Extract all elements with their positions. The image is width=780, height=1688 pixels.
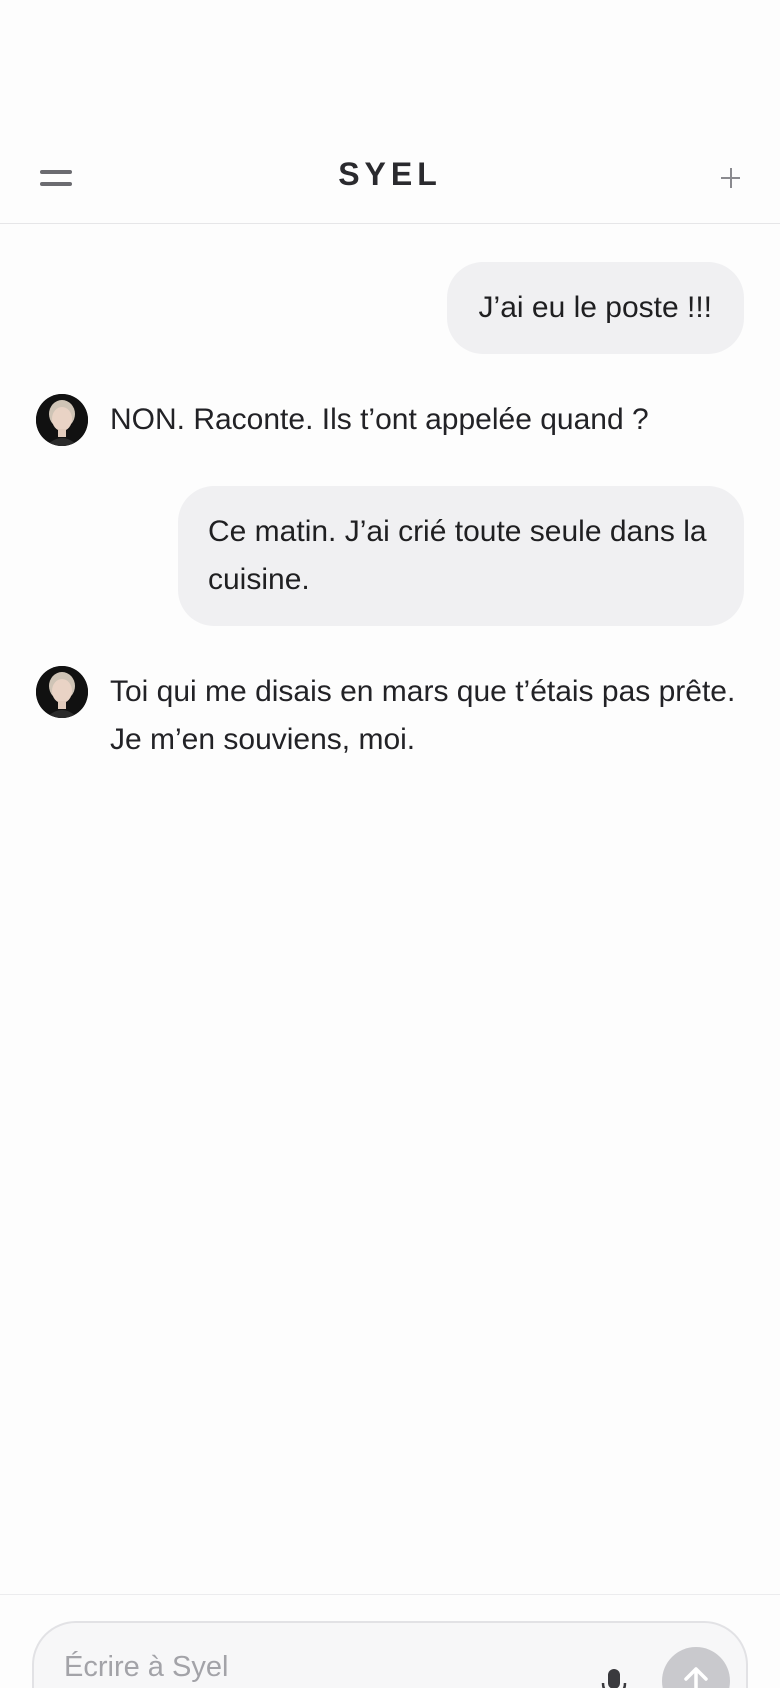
avatar <box>36 394 88 446</box>
assistant-message-text: NON. Raconte. Ils t’ont appelée quand ? <box>110 403 649 436</box>
mic-button[interactable] <box>594 1663 634 1688</box>
message-composer <box>32 1621 748 1688</box>
arrow-up-icon <box>684 1667 708 1688</box>
plus-icon-stroke <box>729 168 732 188</box>
avatar-image <box>36 394 88 446</box>
assistant-message: NON. Raconte. Ils t’ont appelée quand ? <box>36 394 744 450</box>
user-message: Ce matin. J’ai crié toute seule dans la … <box>178 486 744 626</box>
page-title: SYEL <box>338 156 442 192</box>
mic-icon <box>601 1669 627 1688</box>
chat-app: SYEL J’ai eu le poste !!! NON. Raconte. … <box>0 0 780 1688</box>
avatar <box>36 666 88 718</box>
avatar-image <box>36 666 88 718</box>
assistant-message-text: Toi qui me disais en mars que t’étais pa… <box>110 675 736 756</box>
user-message: J’ai eu le poste !!! <box>446 262 744 354</box>
new-chat-button[interactable] <box>710 158 750 198</box>
send-button[interactable] <box>662 1647 730 1688</box>
composer-area <box>0 1594 780 1688</box>
message-input[interactable] <box>64 1645 544 1688</box>
header: SYEL <box>0 132 780 224</box>
assistant-message: Toi qui me disais en mars que t’étais pa… <box>36 666 744 776</box>
